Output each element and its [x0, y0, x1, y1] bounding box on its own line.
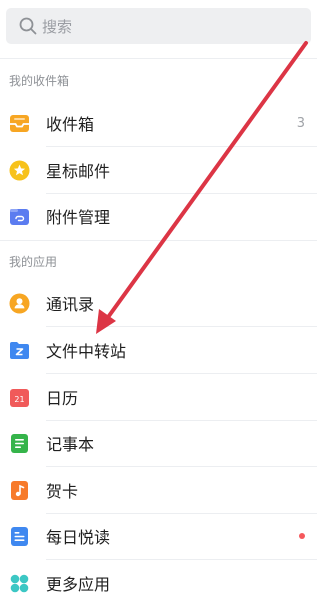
- sidebar-item-notepad[interactable]: 记事本: [0, 420, 317, 466]
- inbox-count: 3: [296, 115, 305, 131]
- section-title-apps: 我的应用: [9, 255, 58, 269]
- unread-dot: [299, 533, 305, 539]
- sidebar-item-daily-reading[interactable]: 每日悦读: [0, 513, 317, 559]
- search-icon: [18, 16, 38, 36]
- search-input[interactable]: 搜索: [6, 8, 311, 44]
- star-icon: [9, 160, 30, 181]
- sidebar-item-contacts[interactable]: 通讯录: [0, 280, 317, 326]
- contacts-label: 通讯录: [46, 295, 95, 314]
- sidebar-item-greeting-card[interactable]: 贺卡: [0, 467, 317, 513]
- attachments-label: 附件管理: [46, 208, 111, 227]
- daily-reading-label: 每日悦读: [46, 528, 111, 547]
- inbox-icon: [9, 113, 30, 134]
- sidebar-item-more-apps[interactable]: 更多应用: [0, 560, 317, 606]
- notepad-label: 记事本: [46, 435, 95, 454]
- divider: [0, 240, 317, 241]
- section-title-mailbox: 我的收件箱: [9, 74, 70, 88]
- attachment-icon: [9, 206, 30, 227]
- search-placeholder: 搜索: [42, 17, 73, 36]
- contacts-icon: [9, 293, 30, 314]
- sidebar-item-attachments[interactable]: 附件管理: [0, 193, 317, 239]
- greeting-card-icon: [9, 480, 30, 501]
- calendar-date-text: 21: [14, 395, 24, 404]
- inbox-label: 收件箱: [46, 115, 95, 134]
- notepad-icon: [9, 433, 30, 454]
- reading-icon: [9, 526, 30, 547]
- sidebar-item-inbox[interactable]: 收件箱 3: [0, 100, 317, 146]
- starred-label: 星标邮件: [46, 162, 111, 181]
- file-transfer-label: 文件中转站: [46, 342, 127, 361]
- folder-icon: [9, 340, 30, 361]
- sidebar-item-starred[interactable]: 星标邮件: [0, 147, 317, 193]
- sidebar-item-file-transfer[interactable]: 文件中转站: [0, 327, 317, 373]
- calendar-label: 日历: [46, 389, 79, 408]
- greeting-card-label: 贺卡: [46, 482, 79, 501]
- more-apps-icon: [9, 573, 30, 594]
- sidebar-item-calendar[interactable]: 21 日历: [0, 374, 317, 420]
- more-apps-label: 更多应用: [46, 575, 111, 594]
- calendar-icon: 21: [9, 387, 30, 408]
- divider: [0, 58, 317, 59]
